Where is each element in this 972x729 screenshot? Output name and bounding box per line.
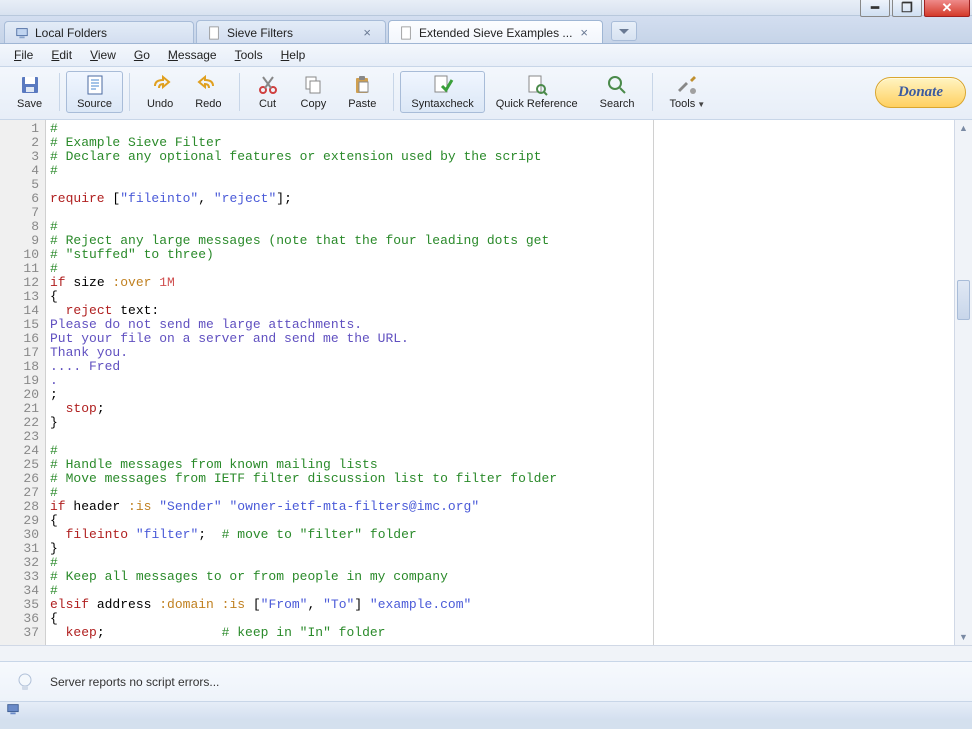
menu-go[interactable]: Go [126, 46, 158, 64]
footer-bar [0, 701, 972, 719]
new-tab-button[interactable] [611, 21, 637, 41]
source-button[interactable]: Source [66, 71, 123, 113]
line-gutter: 1234567891011121314151617181920212223242… [0, 120, 46, 645]
window-minimize-button[interactable]: ━ [860, 0, 890, 17]
tab-sieve-filters[interactable]: Sieve Filters × [196, 20, 386, 43]
status-bar: Server reports no script errors... [0, 661, 972, 701]
undo-button[interactable]: Undo [136, 71, 184, 113]
tab-label: Extended Sieve Examples ... [419, 26, 572, 40]
separator [129, 73, 130, 111]
undo-icon [149, 74, 171, 96]
menu-tools[interactable]: Tools [227, 46, 271, 64]
scroll-down-icon[interactable]: ▼ [955, 629, 972, 645]
quickref-button[interactable]: Quick Reference [485, 71, 589, 113]
separator [59, 73, 60, 111]
toolbar: Save Source Undo Redo Cut Copy Paste Syn… [0, 67, 972, 120]
cut-icon [257, 74, 279, 96]
editor-area: 1234567891011121314151617181920212223242… [0, 120, 972, 645]
tab-extended-examples[interactable]: Extended Sieve Examples ... × [388, 20, 603, 43]
side-panel [654, 120, 954, 645]
search-icon [606, 74, 628, 96]
separator [239, 73, 240, 111]
copy-button[interactable]: Copy [290, 71, 338, 113]
source-icon [84, 74, 106, 96]
separator [652, 73, 653, 111]
tab-bar: Local Folders Sieve Filters × Extended S… [0, 16, 972, 44]
scroll-thumb[interactable] [957, 280, 970, 320]
horizontal-scrollbar[interactable] [0, 645, 972, 661]
redo-icon [197, 74, 219, 96]
window-maximize-button[interactable]: ❐ [892, 0, 922, 17]
donate-button[interactable]: Donate [875, 77, 966, 108]
window-close-button[interactable]: ✕ [924, 0, 970, 17]
redo-button[interactable]: Redo [184, 71, 232, 113]
menu-help[interactable]: Help [273, 46, 314, 64]
tab-label: Sieve Filters [227, 26, 355, 40]
cut-button[interactable]: Cut [246, 71, 290, 113]
titlebar: ━ ❐ ✕ [0, 0, 972, 16]
quickref-icon [526, 74, 548, 96]
computer-icon [6, 702, 20, 719]
copy-icon [302, 74, 324, 96]
status-message: Server reports no script errors... [50, 675, 219, 689]
menu-file[interactable]: File [6, 46, 41, 64]
document-icon [399, 26, 413, 40]
menu-message[interactable]: Message [160, 46, 225, 64]
vertical-scrollbar[interactable]: ▲ ▼ [954, 120, 972, 645]
computer-icon [15, 26, 29, 40]
menu-view[interactable]: View [82, 46, 124, 64]
menu-edit[interactable]: Edit [43, 46, 80, 64]
tab-label: Local Folders [35, 26, 181, 40]
scroll-up-icon[interactable]: ▲ [955, 120, 972, 136]
tab-close-icon[interactable]: × [361, 25, 373, 40]
document-icon [207, 26, 221, 40]
tools-icon [676, 74, 698, 96]
code-editor[interactable]: ## Example Sieve Filter# Declare any opt… [46, 120, 654, 645]
syntaxcheck-icon [432, 74, 454, 96]
lightbulb-icon [14, 671, 36, 693]
tools-button[interactable]: Tools▼ [659, 71, 717, 113]
search-button[interactable]: Search [589, 71, 646, 113]
save-button[interactable]: Save [6, 71, 53, 113]
syntaxcheck-button[interactable]: Syntaxcheck [400, 71, 484, 113]
tab-local-folders[interactable]: Local Folders [4, 21, 194, 43]
save-icon [19, 74, 41, 96]
paste-button[interactable]: Paste [337, 71, 387, 113]
menu-bar: File Edit View Go Message Tools Help [0, 44, 972, 67]
tab-close-icon[interactable]: × [578, 25, 590, 40]
paste-icon [351, 74, 373, 96]
separator [393, 73, 394, 111]
